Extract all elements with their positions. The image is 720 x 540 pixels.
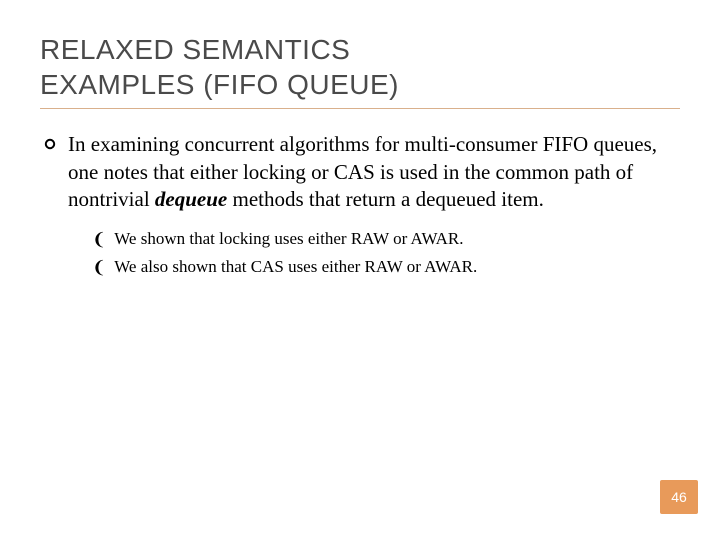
title-divider (40, 108, 680, 109)
sub-bullet-text: We also shown that CAS uses either RAW o… (114, 256, 477, 279)
wave-bullet-icon: ❨ (92, 229, 106, 252)
sub-bullet: ❨ We also shown that CAS uses either RAW… (92, 256, 680, 280)
slide-title: RELAXED SEMANTICS EXAMPLES (FIFO QUEUE) (40, 32, 680, 102)
ring-bullet-icon (44, 137, 56, 155)
main-bullet: In examining concurrent algorithms for m… (44, 131, 680, 214)
sub-bullet-list: ❨ We shown that locking uses either RAW … (92, 228, 680, 280)
sub-bullet-text: We shown that locking uses either RAW or… (114, 228, 463, 251)
main-bullet-text: In examining concurrent algorithms for m… (68, 131, 680, 214)
main-bullet-post: methods that return a dequeued item. (227, 187, 544, 211)
title-line-1: RELAXED SEMANTICS (40, 34, 350, 65)
page-number-badge: 46 (660, 480, 698, 514)
sub-bullet: ❨ We shown that locking uses either RAW … (92, 228, 680, 252)
slide: RELAXED SEMANTICS EXAMPLES (FIFO QUEUE) … (0, 0, 720, 540)
wave-bullet-icon: ❨ (92, 257, 106, 280)
title-line-2: EXAMPLES (FIFO QUEUE) (40, 69, 399, 100)
page-number: 46 (671, 489, 687, 505)
main-bullet-strong: dequeue (155, 187, 227, 211)
